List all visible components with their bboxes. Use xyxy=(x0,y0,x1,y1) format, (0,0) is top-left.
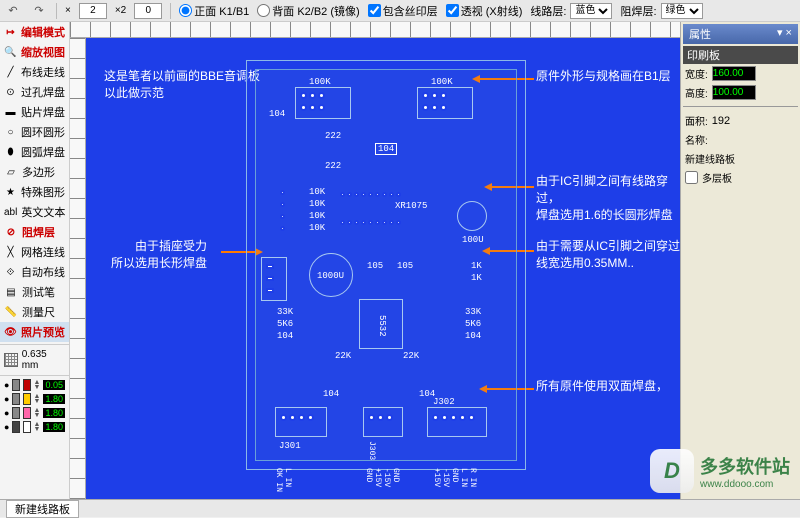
layer-row[interactable]: ●▲▼1.80 xyxy=(0,392,69,406)
left-toolbox: ↦编辑模式🔍缩放视图╱布线走线⊙过孔焊盘▬贴片焊盘○圆环圆形⬮圆弧焊盘▱多边形★… xyxy=(0,22,70,499)
annotation-b1-layer: 原件外形与规格画在B1层 xyxy=(536,68,671,85)
silk-label: 包含丝印层 xyxy=(383,3,438,19)
multilayer-check[interactable] xyxy=(685,171,698,184)
tool-icon: ▤ xyxy=(4,285,18,299)
tool-icon: ▬ xyxy=(4,105,17,119)
tool-icon: 🔍 xyxy=(4,45,17,59)
tool-布线走线[interactable]: ╱布线走线 xyxy=(0,62,69,82)
height-input[interactable] xyxy=(712,85,756,100)
ruler-vertical xyxy=(70,38,86,499)
xray-check[interactable] xyxy=(446,4,459,17)
tool-icon: ╳ xyxy=(4,245,17,259)
tool-圆环圆形[interactable]: ○圆环圆形 xyxy=(0,122,69,142)
panel-dropdown-icon[interactable]: ▾ × xyxy=(777,26,792,42)
tool-阻焊层[interactable]: ⊘阻焊层 xyxy=(0,222,69,242)
grid-icon xyxy=(4,353,18,367)
tool-icon: ★ xyxy=(4,185,17,199)
zoom-x-input[interactable] xyxy=(79,3,107,19)
grid-value: 0.635 mm xyxy=(22,349,65,371)
tool-icon: ▱ xyxy=(4,165,18,179)
ruler-horizontal xyxy=(70,22,680,38)
trace-label: 线路层: xyxy=(530,3,566,19)
layer-row[interactable]: ●▲▼0.05 xyxy=(0,378,69,392)
tool-icon: ⊘ xyxy=(4,225,18,239)
tool-特殊图形[interactable]: ★特殊图形 xyxy=(0,182,69,202)
tool-贴片焊盘[interactable]: ▬贴片焊盘 xyxy=(0,102,69,122)
tool-icon: ⬮ xyxy=(4,145,17,159)
tool-照片预览[interactable]: 👁照片预览 xyxy=(0,322,69,342)
panel-section: 印刷板 xyxy=(683,46,798,64)
watermark-url: www.ddooo.com xyxy=(700,479,790,490)
redo-icon[interactable]: ↷ xyxy=(30,2,48,20)
board-name: 新建线路板 xyxy=(685,151,735,166)
tool-多边形[interactable]: ▱多边形 xyxy=(0,162,69,182)
tool-过孔焊盘[interactable]: ⊙过孔焊盘 xyxy=(0,82,69,102)
tool-测试笔[interactable]: ▤测试笔 xyxy=(0,282,69,302)
status-bar: 新建线路板 xyxy=(0,499,800,517)
layer-row[interactable]: ●▲▼1.80 xyxy=(0,420,69,434)
silk-check[interactable] xyxy=(368,4,381,17)
resist-label: 阻焊层: xyxy=(620,3,656,19)
panel-title: 属性 xyxy=(689,26,711,42)
pcb-board: 104 100K 100K 222 104 222 10K 10K 10K 10… xyxy=(246,60,526,470)
top-toolbar: ↶ ↷ × ×2 正面 K1/B1 背面 K2/B2 (镜像) 包含丝印层 透视… xyxy=(0,0,800,22)
annotation-double-pad: 所有原件使用双面焊盘， xyxy=(536,378,668,395)
tool-英文文本[interactable]: abl英文文本 xyxy=(0,202,69,222)
tool-编辑模式[interactable]: ↦编辑模式 xyxy=(0,22,69,42)
watermark: D 多多软件站 www.ddooo.com xyxy=(650,449,790,493)
back-label: 背面 K2/B2 (镜像) xyxy=(272,3,359,19)
annotation-trace-width: 由于需要从IC引脚之间穿过 线宽选用0.35MM.. xyxy=(536,238,680,272)
tool-icon: ╱ xyxy=(4,65,17,79)
annotation-connector: 由于插座受力 所以选用长形焊盘 xyxy=(111,238,207,272)
tool-icon: ⊙ xyxy=(4,85,17,99)
front-radio[interactable] xyxy=(179,4,192,17)
tool-测量尺[interactable]: 📏测量尺 xyxy=(0,302,69,322)
layer-row[interactable]: ●▲▼1.80 xyxy=(0,406,69,420)
tool-缩放视图[interactable]: 🔍缩放视图 xyxy=(0,42,69,62)
tool-icon: 📏 xyxy=(4,305,18,319)
back-radio[interactable] xyxy=(257,4,270,17)
tool-icon: ○ xyxy=(4,125,17,139)
width-input[interactable] xyxy=(712,66,756,81)
xray-label: 透视 (X射线) xyxy=(461,3,523,19)
tool-icon: ⟐ xyxy=(4,265,17,279)
annotation-intro: 这是笔者以前画的BBE音调板 以此做示范 xyxy=(104,68,260,102)
resist-select[interactable]: 绿色 xyxy=(661,3,703,19)
status-tab[interactable]: 新建线路板 xyxy=(6,500,79,518)
tool-自动布线[interactable]: ⟐自动布线 xyxy=(0,262,69,282)
tool-icon: 👁 xyxy=(4,325,17,339)
watermark-name: 多多软件站 xyxy=(700,453,790,479)
tool-icon: abl xyxy=(4,205,17,219)
trace-select[interactable]: 蓝色 xyxy=(570,3,612,19)
watermark-logo-icon: D xyxy=(650,449,694,493)
tool-圆弧焊盘[interactable]: ⬮圆弧焊盘 xyxy=(0,142,69,162)
undo-icon[interactable]: ↶ xyxy=(4,2,22,20)
annotation-ic-pad: 由于IC引脚之间有线路穿过， 焊盘选用1.6的长圆形焊盘 xyxy=(536,173,680,223)
tool-icon: ↦ xyxy=(4,25,17,39)
properties-panel: 属性▾ × 印刷板 宽度: 高度: 面积:192 名称: 新建线路板 多层板 xyxy=(680,22,800,499)
tool-网格连线[interactable]: ╳网格连线 xyxy=(0,242,69,262)
grid-info[interactable]: 0.635 mm xyxy=(0,347,69,373)
zoom-x2-input[interactable] xyxy=(134,3,162,19)
area-value: 192 xyxy=(712,115,730,127)
pcb-canvas[interactable]: 这是笔者以前画的BBE音调板 以此做示范 原件外形与规格画在B1层 由于IC引脚… xyxy=(86,38,680,499)
front-label: 正面 K1/B1 xyxy=(194,3,249,19)
